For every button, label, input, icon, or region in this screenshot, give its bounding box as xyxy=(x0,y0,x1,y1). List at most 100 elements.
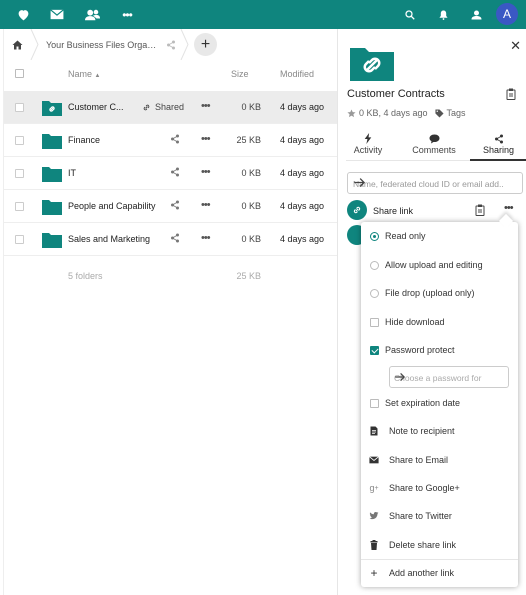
read-only-option[interactable]: Read only xyxy=(361,226,518,246)
password-input[interactable]: Choose a password for xyxy=(389,366,509,388)
delete-share-link-option[interactable]: Delete share link xyxy=(361,535,518,555)
row-checkbox[interactable] xyxy=(15,136,24,145)
file-size: 0 KB xyxy=(241,201,261,211)
share-icon[interactable] xyxy=(170,134,180,144)
link-icon xyxy=(143,104,150,110)
link-icon xyxy=(347,200,367,220)
close-icon[interactable]: ✕ xyxy=(510,38,521,54)
row-checkbox[interactable] xyxy=(15,169,24,178)
file-name[interactable]: People and Capability xyxy=(68,201,156,211)
share-icon[interactable] xyxy=(170,200,180,210)
modified-date: 4 days ago xyxy=(280,234,325,244)
table-row[interactable]: Finance ••• 25 KB 4 days ago xyxy=(4,124,338,157)
more-actions-icon[interactable]: ••• xyxy=(201,133,211,145)
radio-selected[interactable] xyxy=(369,231,379,241)
add-another-link-option[interactable]: + Add another link xyxy=(361,563,518,583)
share-icon[interactable] xyxy=(170,167,180,177)
avatar[interactable]: A xyxy=(496,3,518,25)
breadcrumb: Your Business Files Organis... xyxy=(4,29,338,60)
notifications-icon[interactable] xyxy=(435,0,451,29)
sidebar-title: Customer Contracts xyxy=(347,88,445,100)
sort-ascending-icon: ▲ xyxy=(94,73,101,79)
row-checkbox[interactable] xyxy=(15,103,24,112)
contacts-icon[interactable] xyxy=(83,0,101,29)
select-all-checkbox[interactable] xyxy=(15,69,24,78)
tab-comments[interactable]: Comments xyxy=(404,132,464,155)
share-icon[interactable] xyxy=(166,40,176,50)
checkbox-unchecked[interactable] xyxy=(369,398,379,408)
modified-date: 4 days ago xyxy=(280,168,325,178)
checkbox-checked[interactable] xyxy=(369,345,379,355)
tags-link[interactable]: Tags xyxy=(447,108,466,118)
note-icon xyxy=(369,426,379,436)
share-email-option[interactable]: Share to Email xyxy=(361,450,518,470)
more-icon[interactable]: ••• xyxy=(118,0,136,29)
table-row[interactable]: People and Capability ••• 0 KB 4 days ag… xyxy=(4,190,338,223)
file-size: 0 KB xyxy=(241,234,261,244)
folder-icon xyxy=(42,233,62,248)
search-icon[interactable] xyxy=(402,0,418,29)
folder-icon xyxy=(42,200,62,215)
share-twitter-option[interactable]: Share to Twitter xyxy=(361,506,518,526)
file-drop-option[interactable]: File drop (upload only) xyxy=(361,283,518,303)
file-size: 0 KB xyxy=(241,102,261,112)
share-icon[interactable] xyxy=(170,233,180,243)
more-actions-icon[interactable]: ••• xyxy=(201,232,211,244)
home-icon[interactable] xyxy=(4,29,30,60)
allow-upload-editing-option[interactable]: Allow upload and editing xyxy=(361,255,518,275)
breadcrumb-separator xyxy=(180,29,189,60)
size-column-header[interactable]: Size xyxy=(231,69,249,79)
comment-icon xyxy=(404,132,464,145)
modified-column-header[interactable]: Modified xyxy=(280,69,314,79)
share-link-menu: Read only Allow upload and editing File … xyxy=(361,213,518,587)
share-link-label: Share link xyxy=(373,206,414,216)
name-column-header[interactable]: Name ▲ xyxy=(68,69,100,79)
file-name[interactable]: Customer C... xyxy=(68,102,124,112)
share-icon xyxy=(470,132,526,145)
add-new-button[interactable]: + xyxy=(194,33,217,56)
arrow-right-icon[interactable] xyxy=(353,176,503,191)
more-actions-icon[interactable]: ••• xyxy=(201,100,211,112)
arrow-right-icon[interactable] xyxy=(394,371,484,385)
expiration-date-option[interactable]: Set expiration date xyxy=(361,393,518,413)
password-protect-option[interactable]: Password protect xyxy=(361,340,518,360)
table-row[interactable]: Customer C... Shared ••• 0 KB 4 days ago xyxy=(4,91,338,124)
folder-icon xyxy=(42,134,62,149)
file-meta-text: 0 KB, 4 days ago xyxy=(359,108,428,118)
tag-icon xyxy=(434,108,444,118)
modified-date: 4 days ago xyxy=(280,135,325,145)
tab-sharing[interactable]: Sharing xyxy=(470,132,526,155)
file-name[interactable]: Finance xyxy=(68,135,100,145)
row-checkbox[interactable] xyxy=(15,235,24,244)
note-to-recipient-option[interactable]: Note to recipient xyxy=(361,421,518,441)
activity-icon xyxy=(338,132,398,145)
radio-unselected[interactable] xyxy=(369,288,379,298)
mail-icon[interactable] xyxy=(48,0,66,29)
more-actions-icon[interactable]: ••• xyxy=(201,166,211,178)
more-options-icon[interactable]: ••• xyxy=(504,202,514,214)
hide-download-option[interactable]: Hide download xyxy=(361,312,518,332)
share-with-input[interactable]: Name, federated cloud ID or email add... xyxy=(347,172,523,194)
more-actions-icon[interactable]: ••• xyxy=(201,199,211,211)
file-name[interactable]: IT xyxy=(68,168,76,178)
shared-link-indicator[interactable]: Shared xyxy=(142,102,184,112)
table-row[interactable]: Sales and Marketing ••• 0 KB 4 days ago xyxy=(4,223,338,256)
file-name[interactable]: Sales and Marketing xyxy=(68,234,150,244)
menu-divider xyxy=(361,559,518,560)
active-tab-indicator xyxy=(470,159,526,161)
table-row[interactable]: IT ••• 0 KB 4 days ago xyxy=(4,157,338,190)
row-checkbox[interactable] xyxy=(15,202,24,211)
folder-icon xyxy=(42,167,62,182)
copy-link-icon[interactable] xyxy=(475,204,485,218)
contacts-menu-icon[interactable] xyxy=(467,0,485,29)
breadcrumb-current[interactable]: Your Business Files Organis... xyxy=(46,40,158,50)
tab-activity[interactable]: Activity xyxy=(338,132,398,155)
share-google-option[interactable]: g + Share to Google+ xyxy=(361,478,518,498)
heart-icon[interactable] xyxy=(14,0,32,29)
twitter-icon xyxy=(369,511,379,521)
trash-icon xyxy=(369,540,379,550)
radio-unselected[interactable] xyxy=(369,260,379,270)
checkbox-unchecked[interactable] xyxy=(369,317,379,327)
star-icon[interactable] xyxy=(347,108,356,118)
clipboard-icon[interactable] xyxy=(506,88,516,102)
